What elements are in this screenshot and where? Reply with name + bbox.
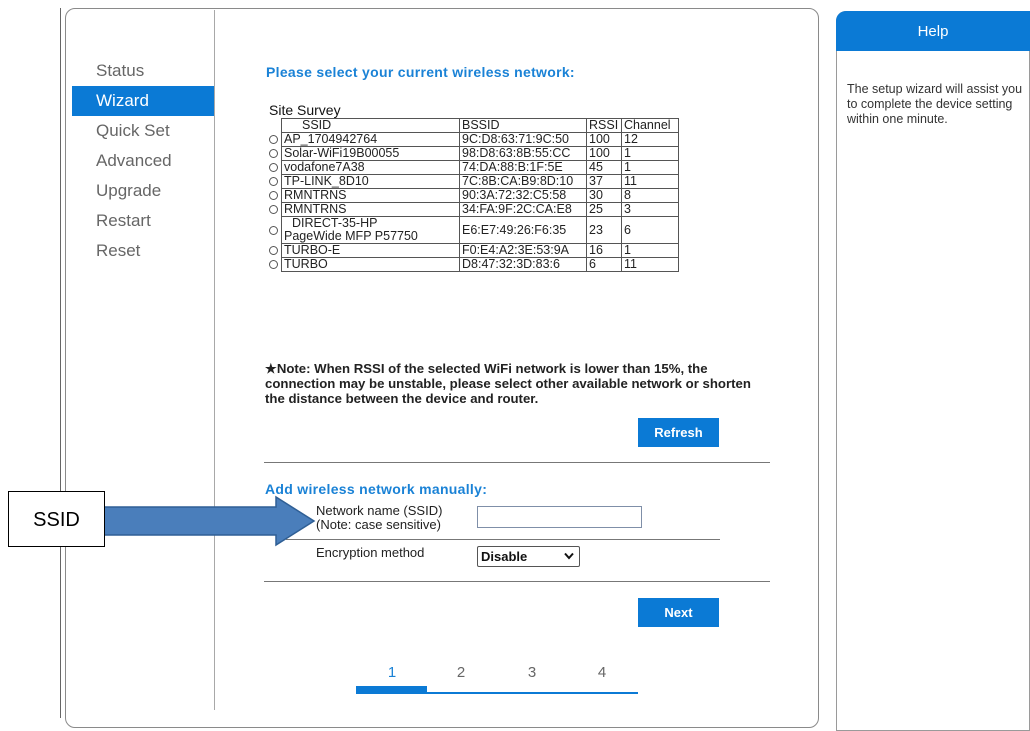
network-radio[interactable]: [269, 191, 278, 201]
ssid-callout-box: SSID: [8, 491, 105, 547]
network-radio[interactable]: [269, 246, 278, 256]
table-row[interactable]: DIRECT-35-HP PageWide MFP P57750 E6:E7:4…: [269, 216, 679, 244]
table-row[interactable]: TP-LINK_8D10 7C:8B:CA:B9:8D:10 37 11: [269, 174, 679, 189]
encryption-value: Disable: [481, 549, 528, 564]
network-ssid: RMNTRNS: [281, 188, 460, 203]
page-left-border: [60, 8, 61, 718]
ssid-label-line1: Network name (SSID): [316, 503, 443, 518]
network-channel: 6: [621, 216, 679, 244]
network-ssid: TURBO: [281, 257, 460, 272]
network-rssi: 37: [586, 174, 622, 189]
table-row[interactable]: TURBO-E F0:E4:A2:3E:53:9A 16 1: [269, 243, 679, 258]
column-header-channel: Channel: [621, 118, 679, 133]
column-header-bssid: BSSID: [459, 118, 587, 133]
network-radio[interactable]: [269, 205, 278, 215]
network-channel: 1: [621, 160, 679, 175]
chevron-down-icon: [564, 552, 574, 560]
ssid-label: Network name (SSID) (Note: case sensitiv…: [316, 504, 442, 532]
site-survey-title: Site Survey: [269, 102, 341, 118]
site-survey-table: SSID BSSID RSSI Channel AP_1704942764 9C…: [269, 118, 679, 272]
network-bssid: 90:3A:72:32:C5:58: [459, 188, 587, 203]
table-row[interactable]: Solar-WiFi19B00055 98:D8:63:8B:55:CC 100…: [269, 146, 679, 161]
network-channel: 12: [621, 132, 679, 147]
sidebar-item-upgrade[interactable]: Upgrade: [72, 176, 214, 206]
network-channel: 1: [621, 243, 679, 258]
network-bssid: 34:FA:9F:2C:CA:E8: [459, 202, 587, 217]
rssi-note: ★Note: When RSSI of the selected WiFi ne…: [265, 361, 751, 406]
encryption-select[interactable]: Disable: [477, 546, 580, 567]
step-4: 4: [597, 664, 607, 681]
network-ssid: TURBO-E: [281, 243, 460, 258]
network-rssi: 30: [586, 188, 622, 203]
help-title: Help: [836, 11, 1030, 51]
network-ssid: vodafone7A38: [281, 160, 460, 175]
step-3: 3: [527, 664, 537, 681]
network-rssi: 100: [586, 146, 622, 161]
sidebar-nav: Status Wizard Quick Set Advanced Upgrade…: [72, 56, 214, 266]
network-ssid: TP-LINK_8D10: [281, 174, 460, 189]
step-2: 2: [456, 664, 466, 681]
network-rssi: 23: [586, 216, 622, 244]
sidebar-item-wizard[interactable]: Wizard: [72, 86, 214, 116]
section-divider: [264, 462, 770, 463]
network-radio[interactable]: [269, 260, 278, 270]
form-divider: [286, 539, 720, 540]
network-radio[interactable]: [269, 225, 278, 235]
encryption-label: Encryption method: [316, 545, 425, 560]
network-bssid: 9C:D8:63:71:9C:50: [459, 132, 587, 147]
table-row[interactable]: RMNTRNS 34:FA:9F:2C:CA:E8 25 3: [269, 202, 679, 217]
network-rssi: 100: [586, 132, 622, 147]
network-channel: 11: [621, 257, 679, 272]
network-bssid: F0:E4:A2:3E:53:9A: [459, 243, 587, 258]
section-divider-2: [264, 581, 770, 582]
radio-column-header: [269, 119, 282, 133]
step-progress-fill: [356, 686, 427, 694]
network-rssi: 6: [586, 257, 622, 272]
ssid-input[interactable]: [477, 506, 642, 528]
help-text: The setup wizard will assist you to comp…: [847, 82, 1023, 126]
network-radio[interactable]: [269, 163, 278, 173]
network-rssi: 16: [586, 243, 622, 258]
sidebar-item-quick-set[interactable]: Quick Set: [72, 116, 214, 146]
network-bssid: D8:47:32:3D:83:6: [459, 257, 587, 272]
next-button[interactable]: Next: [638, 598, 719, 627]
network-rssi: 25: [586, 202, 622, 217]
network-ssid-line2: PageWide MFP P57750: [284, 229, 418, 243]
column-header-rssi: RSSI: [586, 118, 622, 133]
network-radio[interactable]: [269, 177, 278, 187]
sidebar-item-advanced[interactable]: Advanced: [72, 146, 214, 176]
network-ssid: RMNTRNS: [281, 202, 460, 217]
network-channel: 11: [621, 174, 679, 189]
network-ssid-line1: DIRECT-35-HP: [292, 216, 378, 230]
network-radio[interactable]: [269, 149, 278, 159]
step-1: 1: [387, 664, 397, 681]
network-bssid: 74:DA:88:B:1F:5E: [459, 160, 587, 175]
table-row[interactable]: TURBO D8:47:32:3D:83:6 6 11: [269, 257, 679, 272]
sidebar-item-restart[interactable]: Restart: [72, 206, 214, 236]
network-radio[interactable]: [269, 135, 278, 145]
ssid-label-line2: (Note: case sensitive): [316, 517, 441, 532]
sidebar-item-reset[interactable]: Reset: [72, 236, 214, 266]
network-channel: 8: [621, 188, 679, 203]
network-bssid: 7C:8B:CA:B9:8D:10: [459, 174, 587, 189]
callout-arrow-icon: [104, 495, 316, 547]
network-bssid: E6:E7:49:26:F6:35: [459, 216, 587, 244]
table-row[interactable]: RMNTRNS 90:3A:72:32:C5:58 30 8: [269, 188, 679, 203]
sidebar-item-status[interactable]: Status: [72, 56, 214, 86]
network-ssid: AP_1704942764: [281, 132, 460, 147]
network-channel: 1: [621, 146, 679, 161]
table-row[interactable]: AP_1704942764 9C:D8:63:71:9C:50 100 12: [269, 132, 679, 147]
network-channel: 3: [621, 202, 679, 217]
network-ssid: Solar-WiFi19B00055: [281, 146, 460, 161]
table-header-row: SSID BSSID RSSI Channel: [269, 118, 679, 133]
refresh-button[interactable]: Refresh: [638, 418, 719, 447]
network-ssid: DIRECT-35-HP PageWide MFP P57750: [281, 216, 460, 244]
network-rssi: 45: [586, 160, 622, 175]
network-bssid: 98:D8:63:8B:55:CC: [459, 146, 587, 161]
select-network-title: Please select your current wireless netw…: [266, 64, 575, 80]
sidebar-divider: [214, 10, 215, 710]
table-row[interactable]: vodafone7A38 74:DA:88:B:1F:5E 45 1: [269, 160, 679, 175]
column-header-ssid: SSID: [281, 118, 460, 133]
